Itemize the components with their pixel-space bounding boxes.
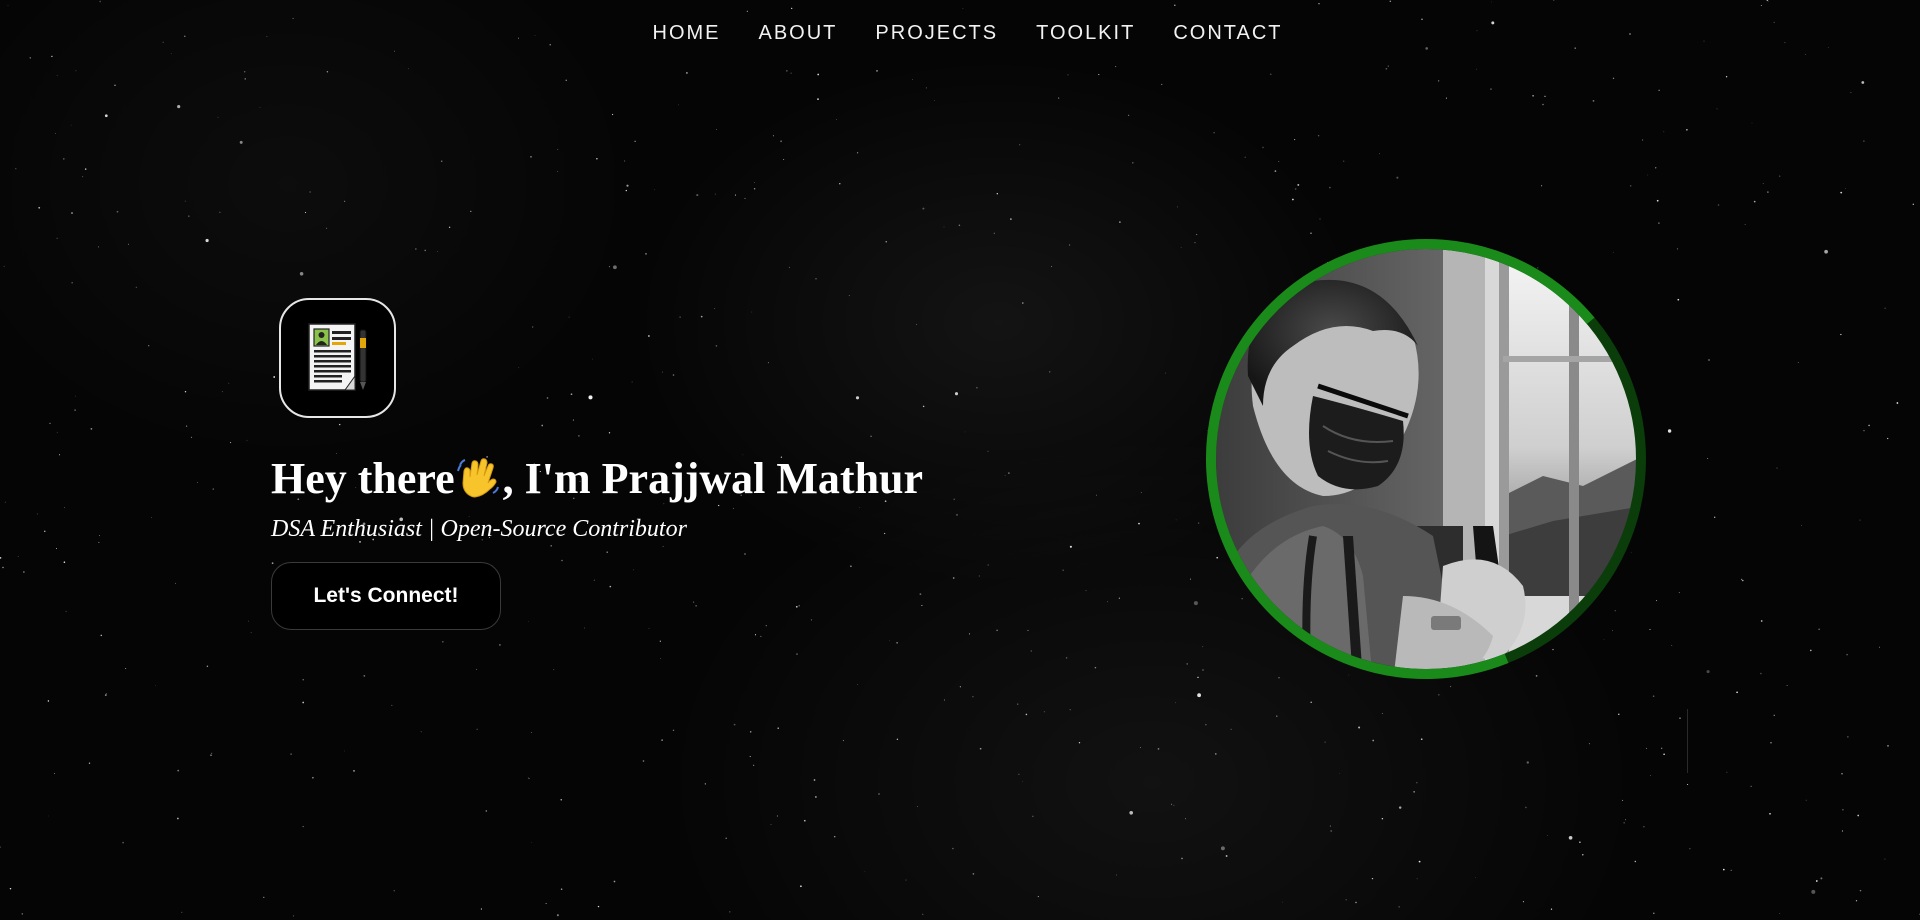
nav-toolkit[interactable]: TOOLKIT (1036, 22, 1135, 45)
hero-headline: Hey there , I'm Prajjwal Mathur (271, 452, 923, 512)
profile-photo (1206, 239, 1646, 679)
nav-home[interactable]: HOME (653, 22, 721, 45)
lets-connect-button[interactable]: Let's Connect! (271, 562, 501, 630)
hero-subtitle: DSA Enthusiast | Open-Source Contributor (271, 516, 687, 542)
main-navigation: HOME ABOUT PROJECTS TOOLKIT CONTACT (0, 0, 1920, 66)
name-text: , I'm Prajjwal Mathur (502, 454, 924, 503)
resume-logo-button[interactable] (279, 298, 396, 418)
profile-portrait (1203, 236, 1649, 682)
scroll-indicator (1687, 709, 1688, 773)
resume-document-icon (307, 323, 366, 391)
nav-contact[interactable]: CONTACT (1173, 22, 1282, 45)
nav-about[interactable]: ABOUT (759, 22, 838, 45)
nav-projects[interactable]: PROJECTS (875, 22, 998, 45)
greeting-text: Hey there (271, 454, 455, 503)
waving-hand-icon (456, 455, 501, 512)
